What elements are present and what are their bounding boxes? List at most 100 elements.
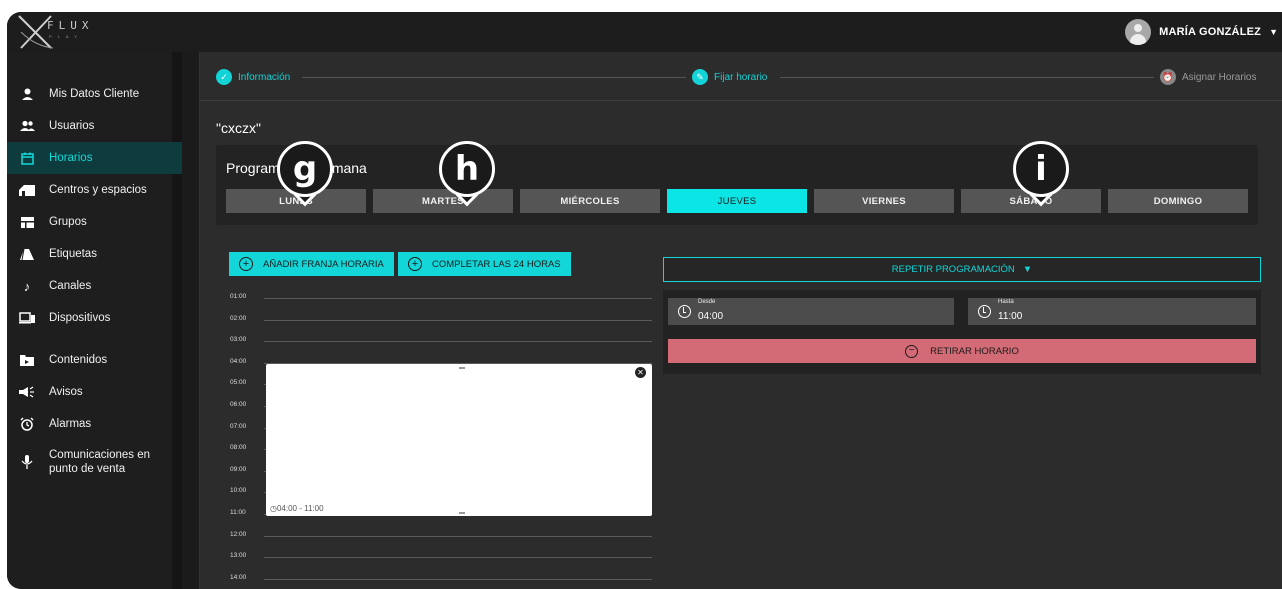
time-range-panel: Desde 04:00 Hasta 11:00 − RETIRAR HORARI… [663, 290, 1261, 374]
sidebar-item-label: Mis Datos Cliente [49, 88, 140, 100]
from-time-label: Desde [698, 299, 716, 305]
hour-row: 12:00 [228, 527, 658, 549]
sidebar-item-label: Canales [49, 280, 92, 292]
step-label: Fijar horario [714, 71, 768, 83]
sidebar-item-centros-y-espacios[interactable]: Centros y espacios [7, 174, 182, 206]
add-time-slot-button[interactable]: + AÑADIR FRANJA HORARIA [229, 252, 394, 276]
users-icon [19, 118, 35, 134]
folder-icon [19, 352, 35, 368]
sidebar-item-usuarios[interactable]: Usuarios [7, 110, 182, 142]
flux-play-logo[interactable]: FLUX PLAY [17, 14, 97, 49]
sidebar-item-label-line1: Comunicaciones en [49, 449, 151, 461]
sidebar-item-canales[interactable]: ♪ Canales [7, 270, 182, 302]
user-menu[interactable]: MARÍA GONZÁLEZ ▼ [1125, 18, 1278, 46]
from-time-field[interactable]: Desde 04:00 [668, 298, 954, 325]
hour-label: 14:00 [230, 573, 247, 581]
day-button-viernes[interactable]: VIERNES [814, 189, 954, 213]
to-time-label: Hasta [998, 299, 1014, 305]
plus-circle-icon: + [408, 257, 422, 271]
close-icon[interactable]: ✕ [635, 367, 646, 378]
marker-letter: i [1013, 141, 1069, 197]
resize-handle-bottom[interactable] [459, 512, 465, 514]
sidebar-item-dispositivos[interactable]: Dispositivos [7, 302, 182, 334]
step-connector [780, 77, 1154, 78]
sidebar-item-horarios[interactable]: Horarios [7, 142, 182, 174]
repeat-programming-dropdown[interactable]: REPETIR PROGRAMACIÓN ▼ [663, 257, 1261, 282]
to-time-field[interactable]: Hasta 11:00 [968, 298, 1256, 325]
sidebar-item-mis-datos-cliente[interactable]: Mis Datos Cliente [7, 78, 182, 110]
sidebar-item-label: Contenidos [49, 354, 108, 366]
sidebar-item-etiquetas[interactable]: Etiquetas [7, 238, 182, 270]
sidebar-item-label: Horarios [49, 152, 93, 164]
stepper: ✓ Información ✎ Fijar horario ⏰ Asignar … [200, 64, 1282, 90]
sidebar-item-grupos[interactable]: Grupos [7, 206, 182, 238]
time-slot-block[interactable]: ✕ ◷04:00 - 11:00 [266, 364, 652, 516]
complete-24h-label: COMPLETAR LAS 24 HORAS [432, 258, 561, 270]
hour-label: 12:00 [230, 530, 247, 538]
music-note-icon: ♪ [23, 278, 31, 294]
time-slot-range-text: 04:00 - 11:00 [276, 504, 324, 513]
sidebar-item-label: Comunicaciones en punto de venta [49, 448, 150, 476]
sidebar-item-label: Grupos [49, 216, 87, 228]
minus-circle-icon: − [905, 344, 919, 358]
hour-label: 13:00 [230, 552, 247, 560]
hour-line [264, 535, 652, 537]
add-time-slot-label: AÑADIR FRANJA HORARIA [263, 258, 384, 270]
sidebar-item-avisos[interactable]: Avisos [7, 376, 182, 408]
pencil-icon: ✎ [692, 69, 708, 85]
step-informacion[interactable]: ✓ Información [216, 64, 290, 90]
repeat-programming-label: REPETIR PROGRAMACIÓN [891, 264, 1015, 275]
sidebar-item-label: Etiquetas [49, 248, 97, 260]
to-time-value: 11:00 [998, 311, 1023, 322]
hour-label: 10:00 [230, 487, 247, 495]
complete-24h-button[interactable]: + COMPLETAR LAS 24 HORAS [398, 252, 571, 276]
hour-row: 03:00 [228, 332, 658, 354]
day-button-jueves[interactable]: JUEVES [667, 189, 807, 213]
alarm-icon [19, 416, 35, 432]
step-connector [302, 77, 686, 78]
sidebar-item-contenidos[interactable]: Contenidos [7, 344, 182, 376]
step-asignar-horarios[interactable]: ⏰ Asignar Horarios [1160, 64, 1256, 90]
store-icon [19, 182, 35, 198]
devices-icon [19, 310, 35, 326]
sidebar-item-label: Usuarios [49, 120, 95, 132]
hour-label: 06:00 [230, 401, 247, 408]
annotation-marker-h: h [439, 141, 495, 207]
annotation-marker-g: g [277, 141, 333, 207]
alarm-step-icon: ⏰ [1160, 69, 1176, 85]
caret-down-icon[interactable]: ▼ [1269, 27, 1278, 37]
plus-circle-icon: + [239, 257, 253, 271]
calendar-icon [19, 150, 35, 166]
annotation-marker-i: i [1013, 141, 1069, 207]
day-button-domingo[interactable]: DOMINGO [1108, 189, 1248, 213]
clock-icon [978, 305, 991, 318]
sidebar-item-label: Alarmas [49, 418, 92, 430]
hour-row: 02:00 [228, 311, 658, 333]
top-bar: FLUX PLAY MARÍA GONZÁLEZ ▼ [7, 12, 1282, 52]
sidebar-item-comunicaciones[interactable]: Comunicaciones en punto de venta [7, 444, 182, 480]
hour-label: 03:00 [230, 336, 247, 344]
time-slot-range: ◷04:00 - 11:00 [270, 504, 324, 513]
divider [200, 100, 1282, 101]
avatar [1125, 19, 1152, 45]
hour-line [264, 298, 652, 299]
schedule-name: "cxczx" [216, 120, 261, 136]
sidebar-item-label-line2: punto de venta [49, 463, 126, 475]
hour-line [264, 557, 652, 559]
step-fijar-horario[interactable]: ✎ Fijar horario [692, 64, 767, 90]
remove-schedule-button[interactable]: − RETIRAR HORARIO [668, 339, 1256, 363]
day-timeline: 01:00 02:00 03:00 04:00 05:00 06:00 07:0… [228, 289, 658, 589]
resize-handle-top[interactable] [459, 367, 465, 369]
hour-label: 11:00 [230, 509, 246, 516]
hour-row: 01:00 [228, 289, 658, 311]
hour-label: 07:00 [230, 422, 247, 430]
check-icon: ✓ [216, 69, 232, 85]
microphone-icon [19, 454, 35, 470]
from-time-content: Desde 04:00 [698, 299, 723, 324]
day-button-miercoles[interactable]: MIÉRCOLES [520, 189, 660, 213]
hour-label: 09:00 [230, 465, 247, 473]
week-programming-panel: Programación semana LUNES MARTES MIÉRCOL… [216, 145, 1258, 225]
hour-row: 14:00 [228, 570, 658, 589]
sidebar-item-alarmas[interactable]: Alarmas [7, 408, 182, 440]
remove-schedule-label: RETIRAR HORARIO [930, 345, 1019, 357]
